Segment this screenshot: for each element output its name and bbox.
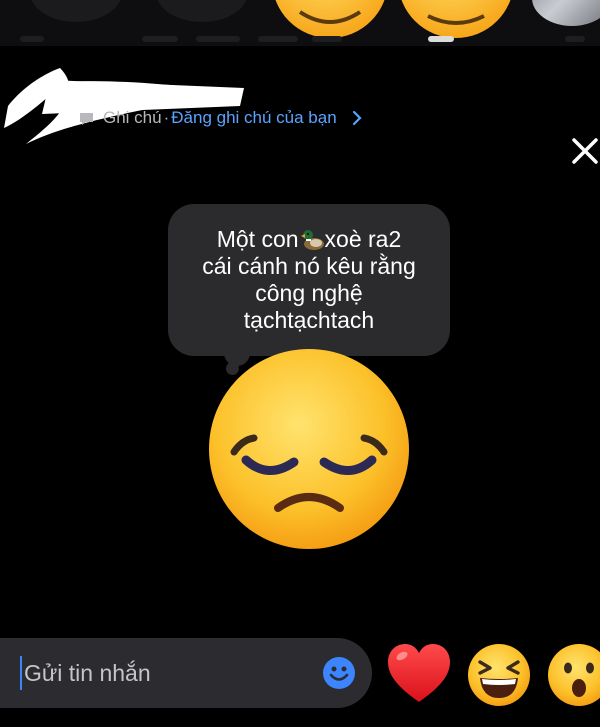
note-bubble-icon	[80, 112, 93, 125]
pensive-face-icon	[209, 349, 409, 549]
note-text: Một con xoè ra2 cái cánh nó kêu rằng côn…	[202, 226, 416, 334]
text-cursor	[20, 656, 22, 690]
story-bar	[0, 0, 600, 46]
note-line-3: công nghệ	[255, 280, 363, 306]
smiley-icon[interactable]	[322, 656, 356, 690]
note-label: Ghi chú	[103, 108, 162, 127]
note-line-2: cái cánh nó kêu rằng	[202, 253, 416, 279]
story-avatar[interactable]	[30, 0, 122, 22]
laughing-face-reaction-icon[interactable]	[466, 642, 532, 708]
surprised-face-reaction-icon[interactable]	[546, 642, 600, 708]
chevron-right-icon[interactable]	[351, 109, 363, 127]
note-line-1-end: xoè ra2	[324, 226, 402, 252]
post-your-note-link[interactable]: Đăng ghi chú của bạn	[171, 108, 336, 128]
redacted-name-scribble	[4, 68, 244, 144]
story-emoji-icon[interactable]	[396, 0, 516, 40]
message-input[interactable]: Gửi tin nhắn	[24, 660, 151, 687]
duck-icon	[300, 230, 324, 250]
story-photo-thumbnail[interactable]	[532, 0, 600, 26]
message-composer[interactable]: Gửi tin nhắn	[0, 638, 372, 708]
story-avatar[interactable]	[156, 0, 248, 22]
note-row: Ghi chú · Đăng ghi chú của bạn	[78, 106, 363, 130]
separator: ·	[163, 108, 170, 127]
close-icon[interactable]	[566, 132, 600, 168]
heart-reaction-icon[interactable]	[386, 642, 452, 704]
note-line-4: tạchtạchtach	[243, 307, 375, 333]
note-header	[0, 46, 600, 164]
story-emoji-icon[interactable]	[270, 0, 390, 40]
note-bubble: Một con xoè ra2 cái cánh nó kêu rằng côn…	[168, 204, 450, 356]
blurred-caption	[20, 36, 585, 46]
note-line-1-start: Một con	[216, 226, 299, 252]
